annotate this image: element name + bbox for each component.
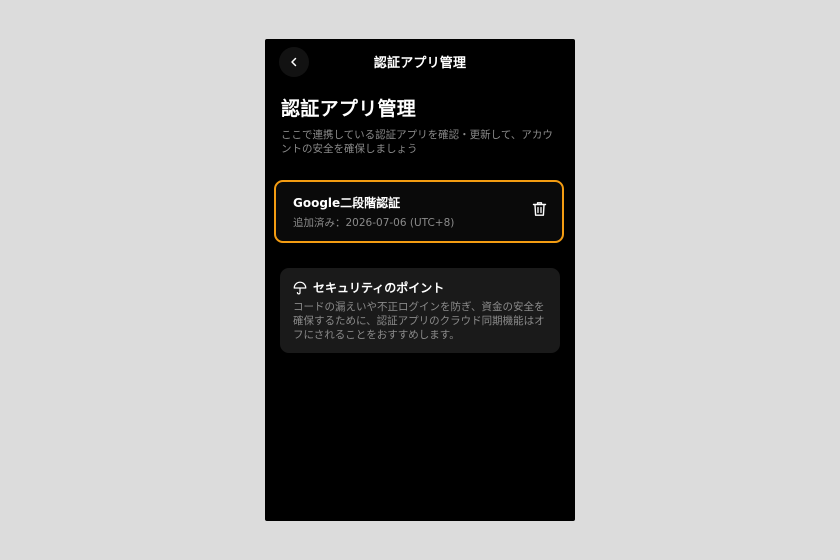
page-title: 認証アプリ管理 <box>281 98 417 120</box>
navigation-bar: 認証アプリ管理 <box>265 39 575 83</box>
nav-title: 認証アプリ管理 <box>373 56 467 71</box>
authenticator-name: Google二段階認証 <box>293 196 401 210</box>
umbrella-icon <box>293 280 308 295</box>
authenticator-card[interactable]: Google二段階認証 追加済み：2026-07-06 (UTC+8) <box>274 180 564 243</box>
security-tips-body: コードの漏えいや不正ログインを防ぎ、資金の安全を確保するために、認証アプリのクラ… <box>293 301 545 341</box>
authenticator-added-date: 追加済み：2026-07-06 (UTC+8) <box>293 217 455 229</box>
security-tips-card: セキュリティのポイント コードの漏えいや不正ログインを防ぎ、資金の安全を確保する… <box>280 268 560 353</box>
app-screen: 認証アプリ管理 認証アプリ管理 ここで連携している認証アプリを確認・更新して、ア… <box>265 39 575 521</box>
security-tips-title: セキュリティのポイント <box>313 281 445 295</box>
security-tips-header: セキュリティのポイント <box>293 279 444 296</box>
trash-icon <box>532 201 547 221</box>
delete-authenticator-button[interactable] <box>530 202 548 220</box>
page-description: ここで連携している認証アプリを確認・更新して、アカウントの安全を確保しましょう <box>281 129 553 155</box>
